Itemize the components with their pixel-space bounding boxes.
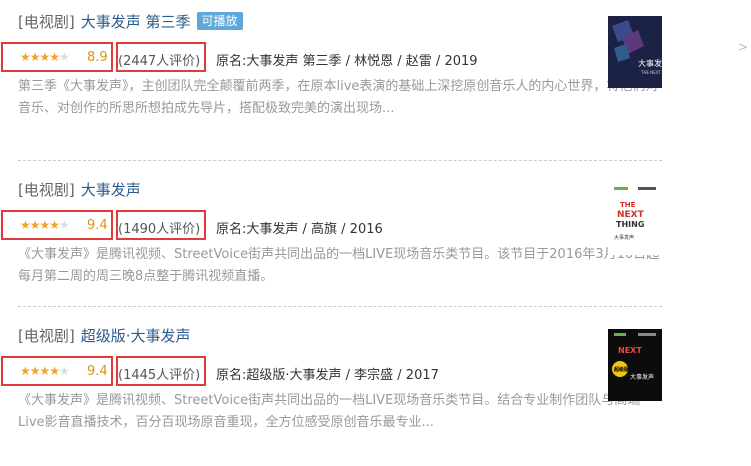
result-poster[interactable]: 大事发声 THE NEXT	[608, 16, 662, 88]
rating-stars-icon: ★★★★★	[20, 364, 70, 378]
svg-text:NEXT: NEXT	[617, 210, 645, 220]
rating-row: ★★★★★ 9.4 (1490人评价) 原名:大事发声 / 高旗 / 2016	[1, 210, 662, 240]
poster-image: NEXT 超级版 大事发声	[608, 329, 662, 401]
result-type: [电视剧]	[18, 181, 75, 199]
poster-text: 大事发声	[614, 234, 634, 241]
result-item: [电视剧] 超级版·大事发声 ★★★★★ 9.4 (1445人评价) 原名:超级版…	[1, 324, 662, 434]
result-title-row: [电视剧] 大事发声	[18, 178, 662, 202]
poster-text: 大事发声	[638, 58, 662, 68]
result-item: [电视剧] 大事发声 ★★★★★ 9.4 (1490人评价) 原名:大事发声 / …	[1, 178, 662, 288]
rating-score: 8.9	[87, 50, 108, 65]
rating-votes: (2447人评价)	[118, 54, 201, 69]
result-description: 《大事发声》是腾讯视频、StreetVoice街声共同出品的一档LIVE现场音乐…	[18, 247, 660, 284]
result-divider	[18, 160, 662, 161]
result-type: [电视剧]	[18, 327, 75, 345]
rating-votes: (1445人评价)	[118, 368, 201, 383]
svg-text:大事发声: 大事发声	[630, 373, 654, 381]
result-poster[interactable]: THE NEXT THING 大事发声	[608, 183, 662, 255]
poster-image: THE NEXT THING 大事发声	[608, 183, 662, 255]
result-description: 第三季《大事发声》，主创团队完全颠覆前两季，在原本live表演的基础上深挖原创音…	[18, 79, 659, 116]
chevron-right-icon[interactable]: >	[738, 40, 748, 54]
poster-text: 超级版	[613, 366, 629, 373]
rating-row: ★★★★★ 9.4 (1445人评价) 原名:超级版·大事发声 / 李宗盛 / …	[1, 356, 662, 386]
svg-text:THE NEXT: THE NEXT	[640, 70, 661, 75]
rating-row: ★★★★★ 8.9 (2447人评价) 原名:大事发声 第三季 / 林悦恩 / …	[1, 42, 662, 72]
result-type: [电视剧]	[18, 13, 75, 31]
result-title-link[interactable]: 超级版·大事发声	[81, 327, 191, 345]
result-title-link[interactable]: 大事发声 第三季	[81, 13, 191, 31]
result-title-link[interactable]: 大事发声	[81, 181, 141, 199]
result-divider	[18, 306, 662, 307]
rating-stars-icon: ★★★★★	[20, 50, 70, 64]
result-abstract: 原名:大事发声 第三季 / 林悦恩 / 赵雷 / 2019	[216, 54, 478, 69]
svg-text:THING: THING	[616, 220, 644, 229]
result-description: 《大事发声》是腾讯视频、StreetVoice街声共同出品的一档LIVE现场音乐…	[18, 393, 641, 430]
playable-badge[interactable]: 可播放	[196, 12, 243, 30]
svg-text:THE: THE	[620, 201, 636, 209]
result-title-row: [电视剧] 超级版·大事发声	[18, 324, 662, 348]
poster-image: 大事发声 THE NEXT	[608, 16, 662, 88]
rating-stars-icon: ★★★★★	[20, 218, 70, 232]
rating-score: 9.4	[87, 364, 108, 379]
result-title-row: [电视剧] 大事发声 第三季 可播放	[18, 10, 662, 34]
rating-score: 9.4	[87, 218, 108, 233]
result-abstract: 原名:超级版·大事发声 / 李宗盛 / 2017	[216, 368, 439, 383]
result-abstract: 原名:大事发声 / 高旗 / 2016	[216, 222, 383, 237]
result-item: [电视剧] 大事发声 第三季 可播放 ★★★★★ 8.9 (2447人评价) 原名:…	[1, 10, 662, 120]
result-poster[interactable]: NEXT 超级版 大事发声	[608, 329, 662, 401]
rating-votes: (1490人评价)	[118, 222, 201, 237]
svg-text:NEXT: NEXT	[618, 346, 642, 355]
